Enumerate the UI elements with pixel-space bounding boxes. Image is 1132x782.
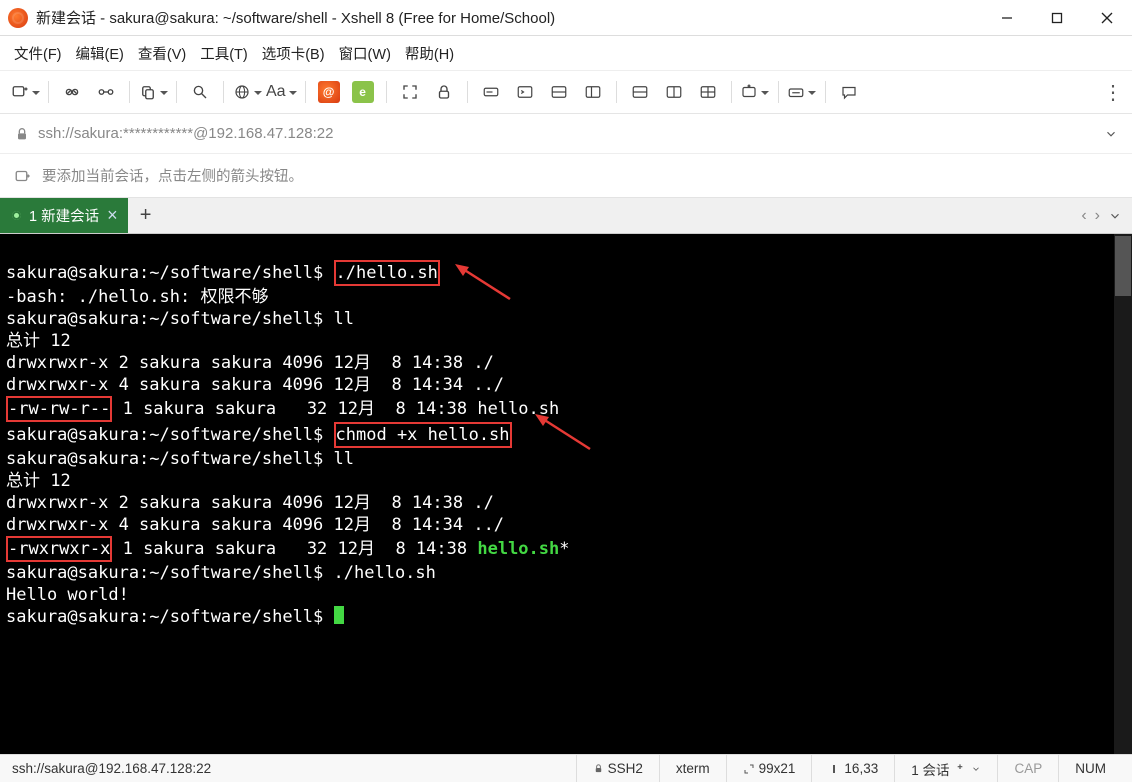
compose-bar-button[interactable] — [476, 77, 506, 107]
tab-close-button[interactable]: × — [107, 205, 118, 226]
session-tab[interactable]: 1 新建会话 × — [0, 198, 128, 233]
highlight-box: -rw-rw-r-- — [6, 396, 112, 422]
status-cap: CAP — [997, 755, 1058, 782]
font-button[interactable]: Aa — [266, 77, 297, 107]
plus-up-icon[interactable] — [953, 762, 967, 776]
chevron-down-icon[interactable] — [1104, 127, 1118, 141]
send-key-button[interactable] — [787, 77, 817, 107]
separator — [467, 81, 468, 103]
status-size: 99x21 — [726, 755, 812, 782]
status-sessions: 1 会话 — [894, 755, 997, 782]
terminal[interactable]: sakura@sakura:~/software/shell$ ./hello.… — [0, 234, 1114, 754]
xftp-icon[interactable]: e — [348, 77, 378, 107]
scrollbar[interactable] — [1114, 234, 1132, 754]
menu-edit[interactable]: 编辑(E) — [76, 43, 124, 64]
add-session-arrow-icon[interactable] — [14, 167, 32, 185]
fullscreen-button[interactable] — [395, 77, 425, 107]
new-session-button[interactable] — [10, 77, 40, 107]
window-title: 新建会话 - sakura@sakura: ~/software/shell -… — [36, 7, 555, 28]
close-button[interactable] — [1082, 0, 1132, 36]
connection-dot-icon — [12, 211, 21, 220]
toolbar: Aa @ e ⋮ — [0, 70, 1132, 114]
highlight-box: chmod +x hello.sh — [334, 422, 512, 448]
separator — [731, 81, 732, 103]
hint-bar: 要添加当前会话，点击左侧的箭头按钮。 — [0, 154, 1132, 198]
copy-paste-button[interactable] — [138, 77, 168, 107]
tunneling-pane-button[interactable] — [544, 77, 574, 107]
menu-tools[interactable]: 工具(T) — [200, 43, 248, 64]
cursor-icon — [334, 606, 344, 624]
highlight-box: ./hello.sh — [334, 260, 440, 286]
status-num: NUM — [1058, 755, 1122, 782]
lock-icon — [14, 126, 30, 142]
separator — [305, 81, 306, 103]
disconnect-button[interactable] — [57, 77, 87, 107]
resize-icon — [743, 763, 755, 775]
toolbar-overflow-icon[interactable]: ⋮ — [1103, 80, 1122, 105]
grid-split-button[interactable] — [693, 77, 723, 107]
app-icon — [8, 8, 28, 28]
xshell-icon[interactable]: @ — [314, 77, 344, 107]
separator — [176, 81, 177, 103]
menu-file[interactable]: 文件(F) — [14, 43, 62, 64]
status-term-type: xterm — [659, 755, 726, 782]
window-controls — [982, 0, 1132, 36]
menu-tab[interactable]: 选项卡(B) — [262, 43, 325, 64]
separator — [48, 81, 49, 103]
terminal-area: sakura@sakura:~/software/shell$ ./hello.… — [0, 234, 1132, 754]
menu-view[interactable]: 查看(V) — [138, 43, 186, 64]
vertical-split-button[interactable] — [659, 77, 689, 107]
title-bar: 新建会话 - sakura@sakura: ~/software/shell -… — [0, 0, 1132, 36]
tab-label: 1 新建会话 — [29, 205, 99, 226]
chat-button[interactable] — [834, 77, 864, 107]
lock-button[interactable] — [429, 77, 459, 107]
menu-window[interactable]: 窗口(W) — [339, 43, 391, 64]
tab-nav: ‹ › — [1081, 198, 1132, 233]
cursor-pos-icon — [828, 763, 840, 775]
minimize-button[interactable] — [982, 0, 1032, 36]
session-pane-button[interactable] — [578, 77, 608, 107]
horizontal-split-button[interactable] — [625, 77, 655, 107]
encoding-button[interactable] — [232, 77, 262, 107]
status-cursor-pos: 16,33 — [811, 755, 894, 782]
reconnect-button[interactable] — [91, 77, 121, 107]
highlight-box: -rwxrwxr-x — [6, 536, 112, 562]
status-bar: ssh://sakura@192.168.47.128:22 SSH2 xter… — [0, 754, 1132, 782]
quick-commands-button[interactable] — [510, 77, 540, 107]
lock-icon — [593, 763, 604, 774]
separator — [778, 81, 779, 103]
tab-list-chevron-icon[interactable] — [1108, 209, 1122, 223]
separator — [129, 81, 130, 103]
separator — [825, 81, 826, 103]
status-protocol: SSH2 — [576, 755, 659, 782]
separator — [616, 81, 617, 103]
maximize-button[interactable] — [1032, 0, 1082, 36]
separator — [386, 81, 387, 103]
tab-prev-button[interactable]: ‹ — [1081, 207, 1086, 225]
annotation-arrow-icon — [455, 264, 515, 304]
hint-text: 要添加当前会话，点击左侧的箭头按钮。 — [42, 165, 303, 186]
address-text: ssh://sakura:************@192.168.47.128… — [38, 125, 333, 142]
status-address: ssh://sakura@192.168.47.128:22 — [10, 755, 576, 782]
address-bar[interactable]: ssh://sakura:************@192.168.47.128… — [0, 114, 1132, 154]
chevron-down-icon[interactable] — [971, 764, 981, 774]
tab-strip: 1 新建会话 × + ‹ › — [0, 198, 1132, 234]
separator — [223, 81, 224, 103]
menu-help[interactable]: 帮助(H) — [405, 43, 454, 64]
tab-arrange-button[interactable] — [740, 77, 770, 107]
scrollbar-thumb[interactable] — [1115, 236, 1131, 296]
tab-next-button[interactable]: › — [1095, 207, 1100, 225]
find-button[interactable] — [185, 77, 215, 107]
new-tab-button[interactable]: + — [128, 198, 164, 233]
annotation-arrow-icon — [535, 414, 595, 454]
menu-bar: 文件(F) 编辑(E) 查看(V) 工具(T) 选项卡(B) 窗口(W) 帮助(… — [0, 36, 1132, 70]
